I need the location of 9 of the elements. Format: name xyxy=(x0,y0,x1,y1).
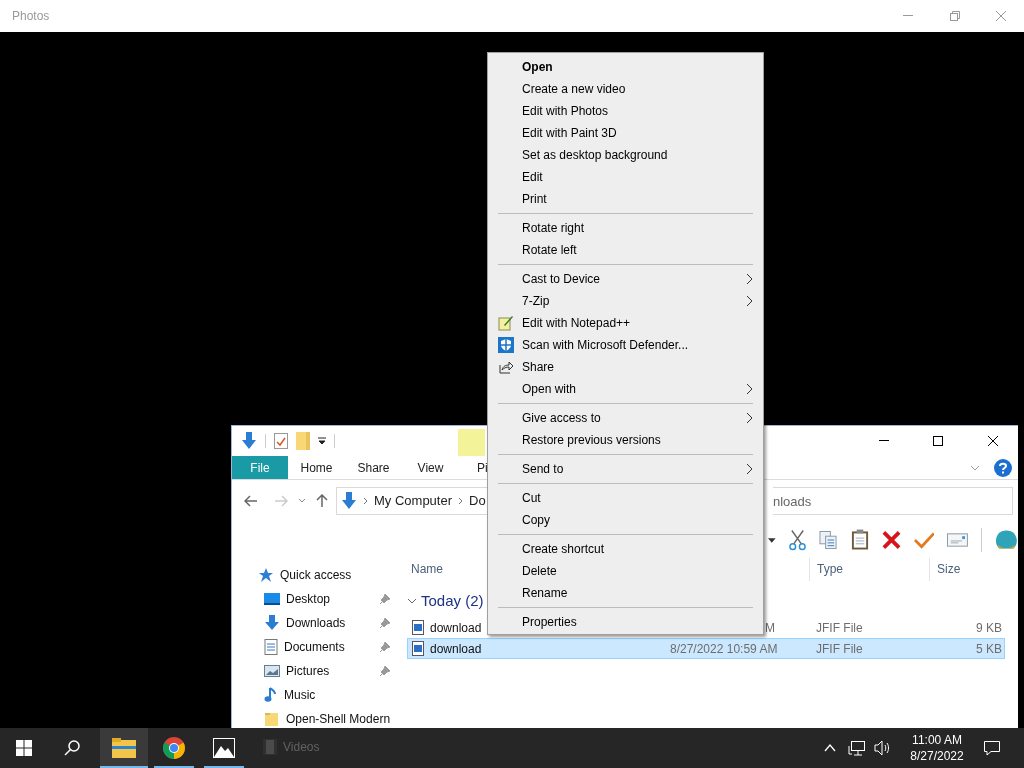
window-title: Photos xyxy=(11,8,50,25)
file-type: JFIF File xyxy=(816,641,863,656)
date-modified: M xyxy=(765,620,775,635)
date-modified: 8/27/2022 10:59 AM xyxy=(670,641,778,656)
file-name: download xyxy=(430,619,482,637)
file-name: download xyxy=(430,640,482,658)
file-size: 5 KB xyxy=(976,641,1002,656)
file-size: 9 KB xyxy=(976,620,1002,635)
file-type: JFIF File xyxy=(816,620,863,635)
